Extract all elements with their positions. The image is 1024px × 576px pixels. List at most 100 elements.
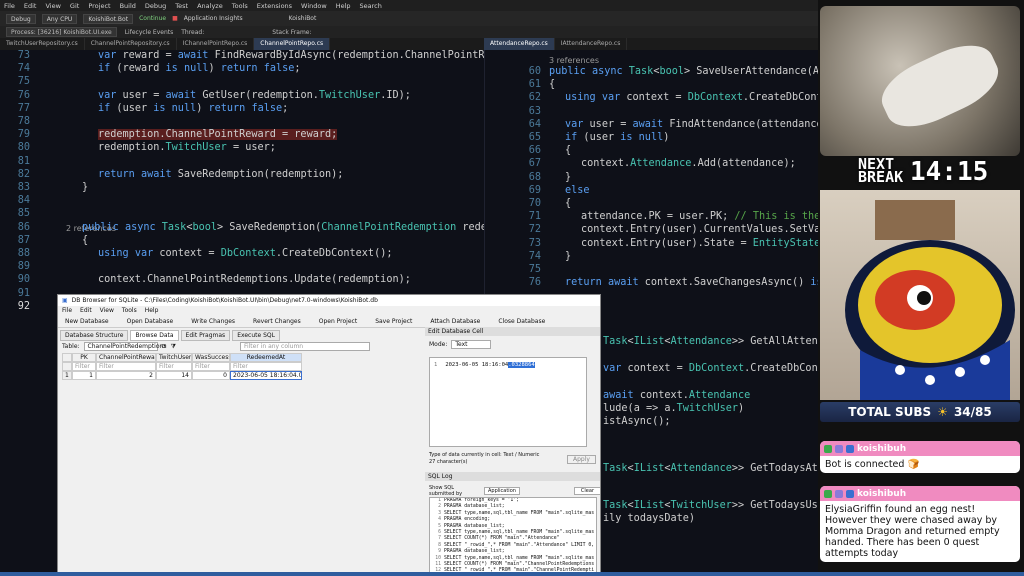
code-line[interactable]: Task<IList<Attendance>> GetAllAttenda bbox=[603, 336, 818, 347]
editor-tab[interactable]: IChannelPointRepo.cs bbox=[177, 38, 255, 50]
menu-item-extensions[interactable]: Extensions bbox=[257, 2, 292, 10]
column-filter-input[interactable]: Filter bbox=[156, 362, 192, 371]
code-line[interactable]: context.Attendance.Add(attendance); bbox=[581, 158, 796, 169]
menu-item-git[interactable]: Git bbox=[70, 2, 79, 10]
db-tab[interactable]: Browse Data bbox=[130, 330, 179, 341]
editor-tab[interactable]: IAttendanceRepo.cs bbox=[555, 38, 628, 50]
table-cell[interactable]: 14 bbox=[156, 371, 192, 380]
code-line[interactable]: if (user is null) bbox=[565, 132, 669, 143]
code-line[interactable]: context.Entry(user).CurrentValues.SetVal… bbox=[581, 224, 818, 235]
db-menu-item[interactable]: View bbox=[100, 307, 114, 314]
code-line[interactable]: redemption.ChannelPointReward = reward; bbox=[98, 129, 338, 141]
db-toolbar-button[interactable]: Open Database bbox=[124, 318, 177, 325]
db-tab[interactable]: Execute SQL bbox=[232, 330, 280, 341]
apply-button[interactable]: Apply bbox=[567, 455, 596, 464]
sql-log[interactable]: 1 PRAGMA foreign_keys = '1'; 2 PRAGMA datab… bbox=[429, 497, 597, 575]
column-header[interactable]: TwitchUserFK bbox=[156, 353, 192, 362]
code-line[interactable]: redemption.TwitchUser = user; bbox=[98, 142, 276, 153]
code-line[interactable]: lude(a => a.TwitchUser) bbox=[603, 403, 744, 414]
code-lens-references[interactable]: 3 references bbox=[549, 56, 599, 65]
menu-item-file[interactable]: File bbox=[4, 2, 15, 10]
table-row[interactable]: 1121402023-06-05 18:16:04.0328864 bbox=[62, 371, 422, 380]
code-line[interactable]: using var context = DbContext.CreateDbCo… bbox=[98, 248, 392, 259]
process-select[interactable]: Process: [36216] KoishiBot.UI.exe bbox=[6, 27, 117, 37]
code-line[interactable]: } bbox=[565, 172, 571, 183]
editor-tab[interactable]: AttendanceRepo.cs bbox=[484, 38, 555, 50]
code-line[interactable]: { bbox=[565, 145, 571, 156]
menu-item-window[interactable]: Window bbox=[301, 2, 327, 10]
menu-item-project[interactable]: Project bbox=[88, 2, 110, 10]
menu-item-test[interactable]: Test bbox=[175, 2, 188, 10]
refresh-icon[interactable]: ⟳ bbox=[162, 343, 167, 350]
startup-project-select[interactable]: KoishiBot.Bot bbox=[83, 13, 134, 24]
stop-icon[interactable]: ■ bbox=[172, 15, 178, 22]
db-toolbar-button[interactable]: Close Database bbox=[495, 318, 548, 325]
db-toolbar-button[interactable]: New Database bbox=[62, 318, 112, 325]
table-cell[interactable]: 2023-06-05 18:16:04.0328864 bbox=[230, 371, 302, 380]
code-line[interactable]: public async Task<bool> SaveRedemption(C… bbox=[82, 222, 484, 233]
editor-tab[interactable]: TwitchUserRepository.cs bbox=[0, 38, 85, 50]
code-line[interactable]: } bbox=[82, 182, 88, 193]
platform-select[interactable]: Any CPU bbox=[41, 13, 78, 24]
code-line[interactable]: return await SaveRedemption(redemption); bbox=[98, 169, 343, 180]
column-filter-input[interactable]: Filter bbox=[230, 362, 302, 371]
column-header[interactable]: RedeemedAt bbox=[230, 353, 302, 362]
code-line[interactable]: public async Task<bool> SaveUserAttendan… bbox=[549, 66, 818, 77]
column-filter-input[interactable]: Filter bbox=[192, 362, 230, 371]
db-menu-item[interactable]: Help bbox=[145, 307, 159, 314]
menu-item-edit[interactable]: Edit bbox=[24, 2, 37, 10]
code-line[interactable]: if (user is null) return false; bbox=[98, 103, 288, 114]
db-tab[interactable]: Database Structure bbox=[60, 330, 129, 341]
code-line[interactable]: await context.Attendance bbox=[603, 390, 750, 401]
code-line[interactable]: } bbox=[565, 251, 571, 262]
code-line[interactable]: using var context = DbContext.CreateDbCo… bbox=[565, 92, 818, 103]
column-filter-input[interactable]: Filter bbox=[96, 362, 156, 371]
code-line[interactable]: if (reward is null) return false; bbox=[98, 63, 301, 74]
code-line[interactable]: Task<IList<Attendance>> GetTodaysAtte bbox=[603, 463, 818, 474]
config-select[interactable]: Debug bbox=[6, 13, 36, 24]
filter-icon[interactable]: ⧩ bbox=[171, 343, 176, 351]
menu-item-view[interactable]: View bbox=[45, 2, 60, 10]
code-line[interactable]: var reward = await FindRewardByIdAsync(r… bbox=[98, 50, 484, 61]
code-line[interactable]: return await context.SaveChangesAsync() … bbox=[565, 277, 818, 288]
code-line[interactable]: var user = await GetUser(redemption.Twit… bbox=[98, 90, 411, 101]
column-header[interactable]: PK bbox=[72, 353, 96, 362]
db-toolbar-button[interactable]: Attach Database bbox=[427, 318, 483, 325]
code-line[interactable]: context.Entry(user).State = EntityState.… bbox=[581, 238, 818, 249]
code-line[interactable]: ily todaysDate) bbox=[603, 513, 695, 524]
table-cell[interactable]: 0 bbox=[192, 371, 230, 380]
code-line[interactable]: { bbox=[549, 79, 555, 90]
table-cell[interactable]: 1 bbox=[72, 371, 96, 380]
filter-all-input[interactable]: Filter in any column bbox=[239, 342, 370, 351]
code-line[interactable]: { bbox=[82, 235, 88, 246]
menu-item-debug[interactable]: Debug bbox=[145, 2, 166, 10]
db-toolbar-button[interactable]: Open Project bbox=[316, 318, 360, 325]
menu-item-search[interactable]: Search bbox=[360, 2, 382, 10]
app-insights-button[interactable]: Application Insights bbox=[184, 15, 243, 22]
code-line[interactable]: attendance.PK = user.PK; // This is the … bbox=[581, 211, 818, 222]
db-menu-item[interactable]: Edit bbox=[80, 307, 92, 314]
mode-select[interactable]: Text bbox=[451, 340, 492, 349]
code-line[interactable]: istAsync(); bbox=[603, 416, 670, 427]
column-filter-input[interactable]: Filter bbox=[72, 362, 96, 371]
db-tab[interactable]: Edit Pragmas bbox=[180, 330, 231, 341]
column-header[interactable]: WasSuccessful bbox=[192, 353, 230, 362]
menu-item-build[interactable]: Build bbox=[120, 2, 136, 10]
editor-tab[interactable]: ChannelPointRepository.cs bbox=[85, 38, 177, 50]
code-line[interactable]: context.ChannelPointRedemptions.Update(r… bbox=[98, 274, 411, 285]
submitted-by-select[interactable]: Application bbox=[483, 487, 520, 495]
code-line[interactable]: else bbox=[565, 185, 590, 196]
cell-editor[interactable]: 1 2023-06-05 18:16:04.0328864 bbox=[429, 357, 587, 447]
db-toolbar-button[interactable]: Write Changes bbox=[188, 318, 238, 325]
continue-button[interactable]: Continue bbox=[139, 15, 166, 22]
editor-tab[interactable]: ChannelPointRepo.cs bbox=[254, 38, 331, 50]
table-cell[interactable]: 2 bbox=[96, 371, 156, 380]
code-line[interactable]: var context = DbContext.CreateDbContext(… bbox=[603, 363, 818, 374]
menu-item-help[interactable]: Help bbox=[336, 2, 351, 10]
lifecycle-events-button[interactable]: Lifecycle Events bbox=[125, 29, 174, 36]
menu-item-analyze[interactable]: Analyze bbox=[197, 2, 223, 10]
db-menu-item[interactable]: File bbox=[62, 307, 72, 314]
db-menu-item[interactable]: Tools bbox=[122, 307, 137, 314]
code-line[interactable]: var user = await FindAttendance(attendan… bbox=[565, 119, 818, 130]
table-select[interactable]: ChannelPointRedemptions bbox=[83, 342, 166, 351]
